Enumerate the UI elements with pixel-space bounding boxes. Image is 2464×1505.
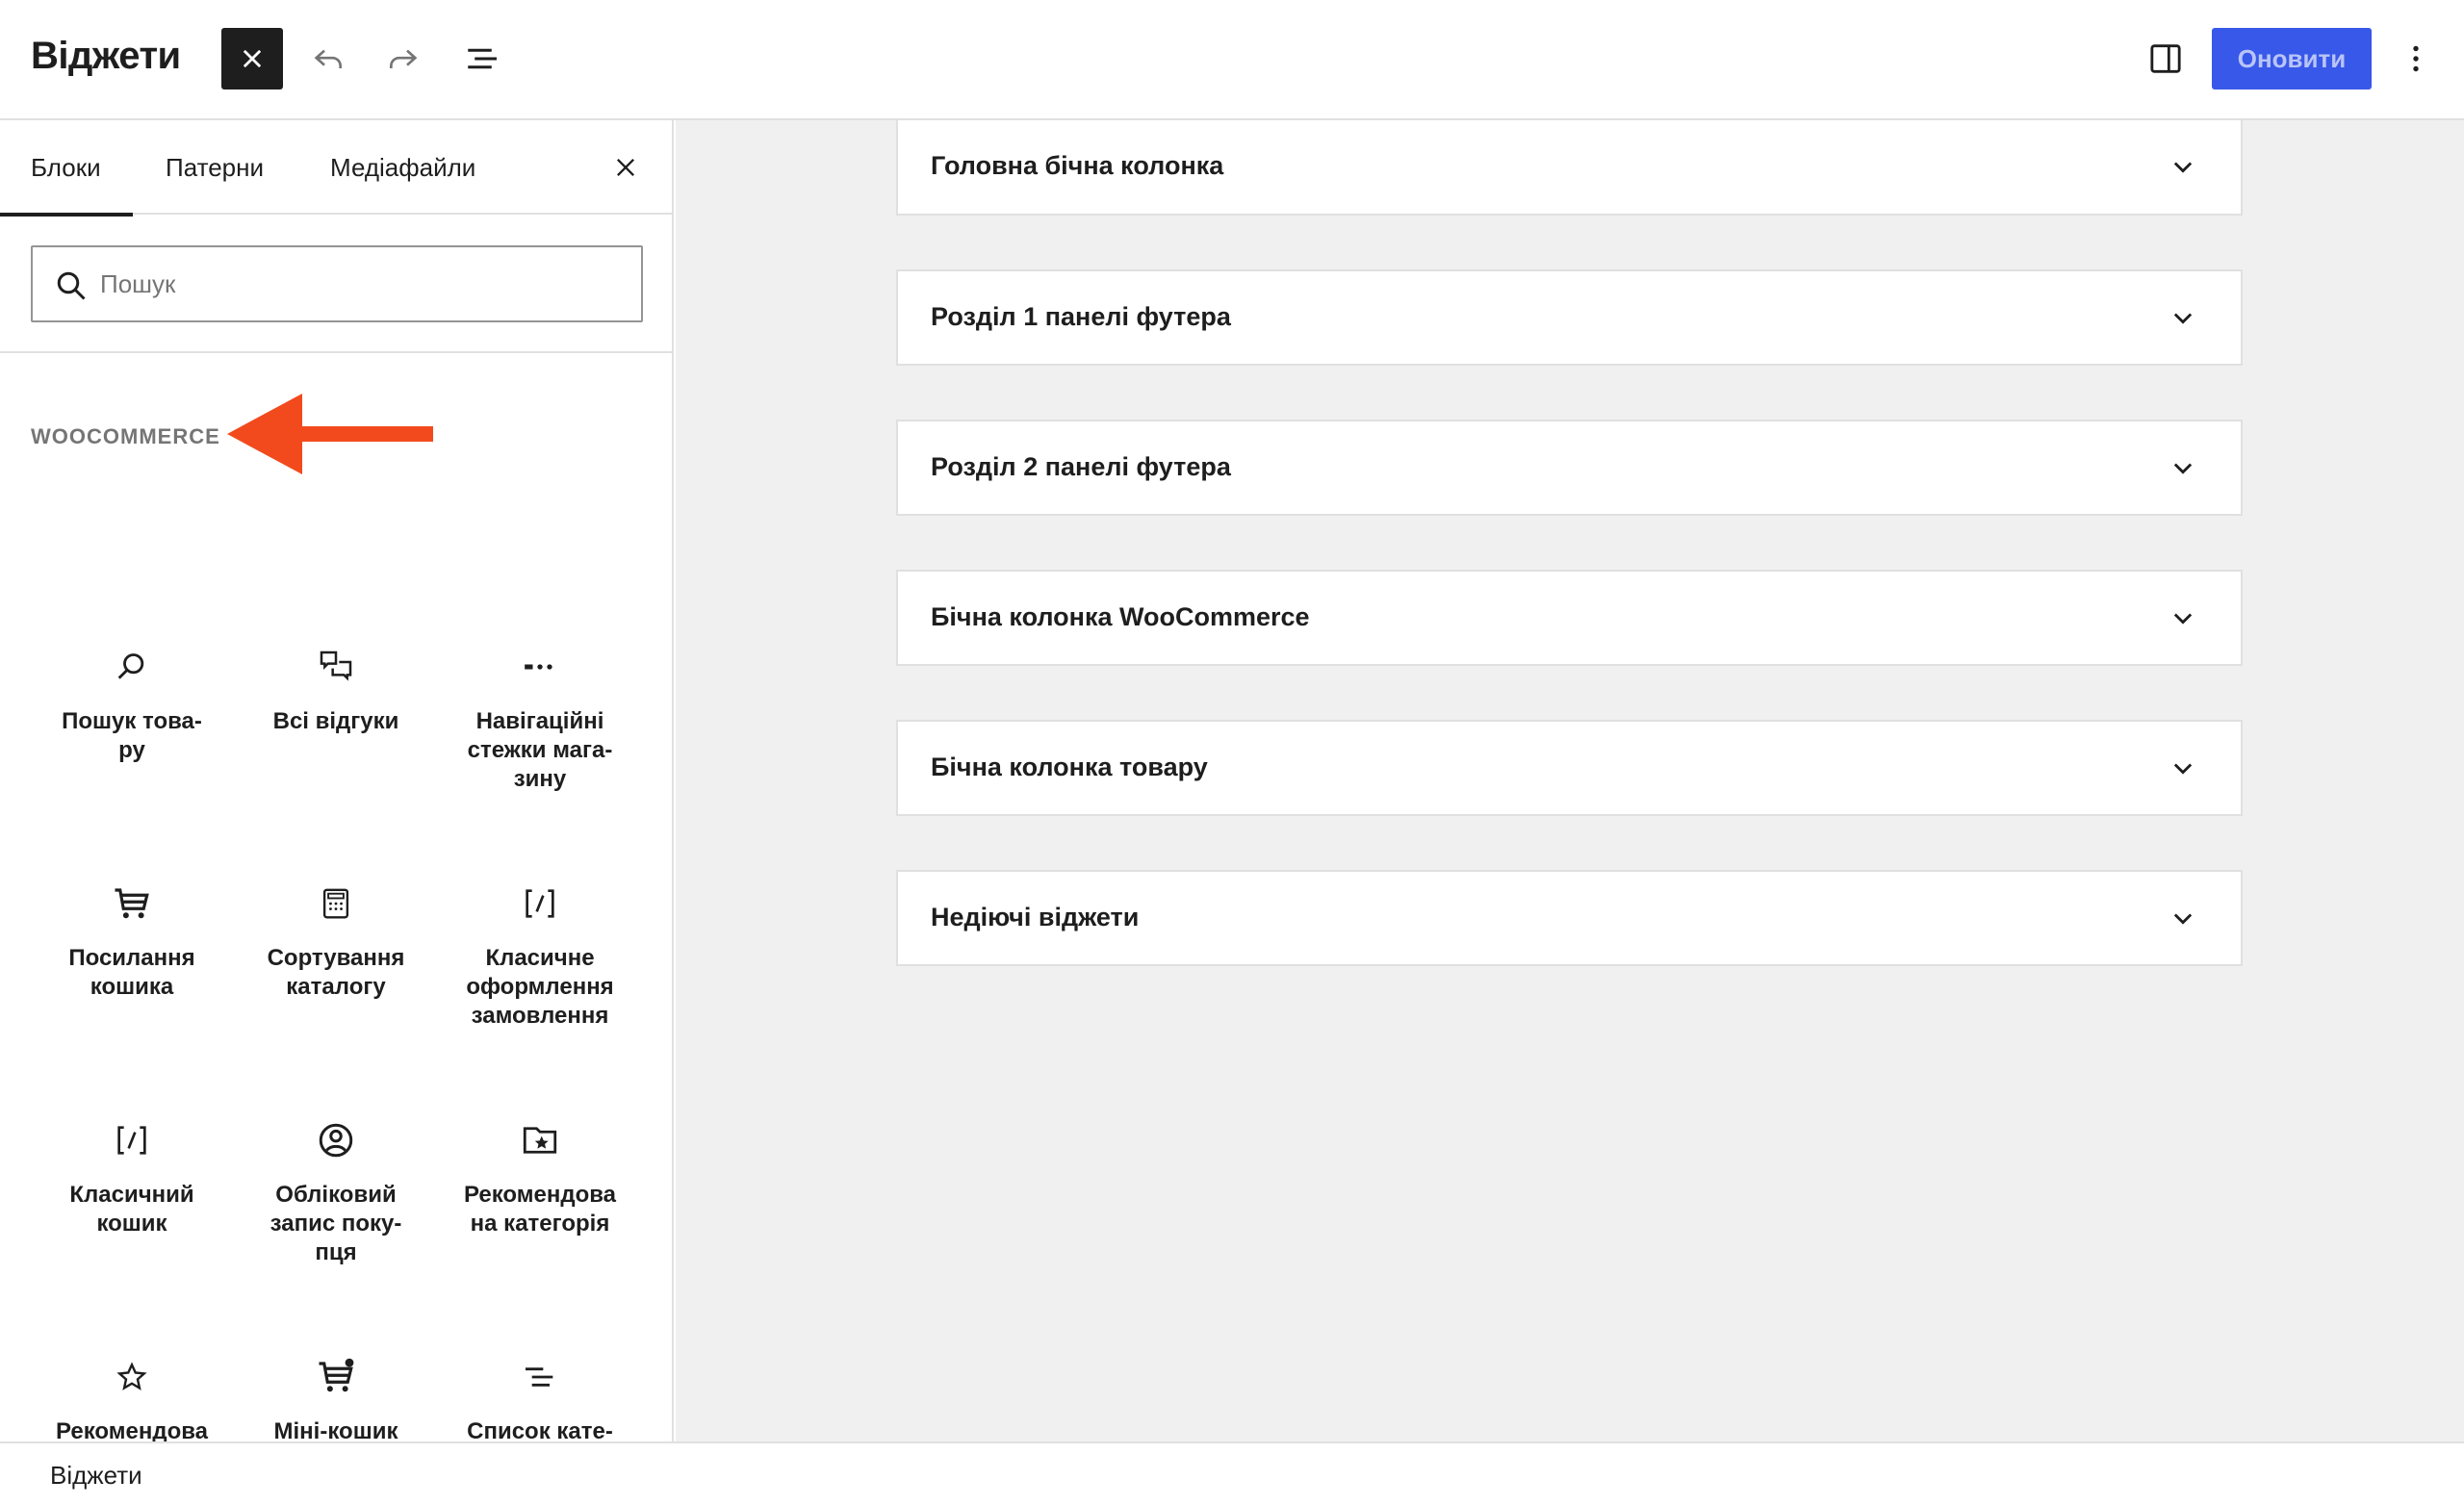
- search-icon: [109, 644, 155, 690]
- block-catalog-sorting[interactable]: Сортування каталогу: [234, 880, 438, 1002]
- list-view-icon: [468, 48, 497, 69]
- widget-area-inactive-widgets[interactable]: Недіючі віджети: [896, 870, 2243, 966]
- chevron-down-icon[interactable]: [2164, 749, 2202, 787]
- block-label: Рекомендова на категорія: [463, 1182, 617, 1237]
- widget-area-woocommerce-sidebar[interactable]: Бічна колонка WooCommerce: [896, 570, 2243, 666]
- widget-area-footer-1[interactable]: Розділ 1 панелі футера: [896, 269, 2243, 366]
- block-label: Класичне оформлення замовлення: [466, 945, 614, 1029]
- block-product-search[interactable]: Пошук това- ру: [30, 644, 234, 765]
- close-inserter-button[interactable]: [221, 28, 283, 89]
- chevron-down-icon[interactable]: [2164, 899, 2202, 937]
- widget-area-title: Розділ 1 панелі футера: [931, 302, 1231, 331]
- shortcode-icon: [517, 880, 563, 927]
- block-label: Класичний кошик: [69, 1182, 194, 1237]
- editor-footer: Віджети: [0, 1441, 2464, 1505]
- more-vertical-icon: [2413, 45, 2419, 72]
- tab-media[interactable]: Медіафайли: [330, 120, 475, 215]
- breadcrumb[interactable]: Віджети: [50, 1461, 142, 1491]
- category-heading: WOOCOMMERCE: [31, 424, 220, 448]
- options-button[interactable]: [2393, 36, 2439, 82]
- update-button[interactable]: Оновити: [2212, 28, 2372, 89]
- close-inserter-tab-button[interactable]: [603, 144, 649, 191]
- search-area: [0, 215, 674, 353]
- block-classic-checkout[interactable]: Класичне оформлення замовлення: [438, 880, 642, 1031]
- close-icon: [617, 159, 634, 176]
- list-icon: [517, 1354, 563, 1400]
- inserter-tabs: Блоки Патерни Медіафайли: [0, 120, 674, 217]
- cart-icon: [109, 880, 155, 927]
- more-horizontal-icon: [517, 644, 563, 690]
- undo-icon: [314, 49, 342, 68]
- block-classic-cart[interactable]: Класичний кошик: [30, 1117, 234, 1238]
- block-customer-account[interactable]: Обліковий запис поку- пця: [234, 1117, 438, 1267]
- widgets-canvas: Головна бічна колонка Розділ 1 панелі фу…: [676, 118, 2464, 1441]
- tab-blocks[interactable]: Блоки: [0, 120, 133, 217]
- block-featured-category[interactable]: Рекомендова на категорія: [438, 1117, 642, 1238]
- account-icon: [313, 1117, 359, 1163]
- close-icon: [243, 49, 262, 68]
- settings-toggle-button[interactable]: [2143, 36, 2189, 82]
- star-icon: [109, 1354, 155, 1400]
- block-label: Сортування каталогу: [267, 945, 405, 1000]
- chevron-down-icon[interactable]: [2164, 298, 2202, 337]
- redo-icon: [390, 49, 418, 68]
- block-mini-cart[interactable]: Міні-кошик: [234, 1354, 438, 1446]
- widget-area-product-sidebar[interactable]: Бічна колонка товару: [896, 720, 2243, 816]
- page-title: Віджети: [31, 35, 181, 77]
- block-label: Всі відгуки: [272, 708, 399, 734]
- editor-header: Віджети Оновити: [0, 0, 2464, 120]
- folder-star-icon: [517, 1117, 563, 1163]
- annotation-arrow-icon: [227, 394, 433, 474]
- search-icon: [57, 271, 86, 300]
- block-label: Навігаційні стежки мага- зину: [467, 708, 613, 792]
- block-label: Обліковий запис поку- пця: [270, 1182, 402, 1265]
- calculator-icon: [313, 880, 359, 927]
- widget-area-title: Бічна колонка товару: [931, 752, 1208, 781]
- mini-cart-icon: [313, 1354, 359, 1400]
- search-input[interactable]: [100, 247, 629, 320]
- search-box[interactable]: [31, 245, 643, 322]
- redo-button[interactable]: [379, 36, 425, 82]
- chevron-down-icon[interactable]: [2164, 147, 2202, 186]
- widget-area-title: Розділ 2 панелі футера: [931, 452, 1231, 481]
- widget-area-footer-2[interactable]: Розділ 2 панелі футера: [896, 420, 2243, 516]
- block-label: Пошук това- ру: [62, 708, 202, 763]
- chevron-down-icon[interactable]: [2164, 448, 2202, 487]
- widget-area-title: Головна бічна колонка: [931, 151, 1224, 180]
- widget-area-main-sidebar[interactable]: Головна бічна колонка: [896, 118, 2243, 216]
- undo-button[interactable]: [306, 36, 352, 82]
- block-cart-link[interactable]: Посилання кошика: [30, 880, 234, 1002]
- list-view-button[interactable]: [460, 36, 506, 82]
- tab-patterns[interactable]: Патерни: [166, 120, 264, 215]
- widget-area-title: Бічна колонка WooCommerce: [931, 602, 1310, 631]
- sidebar-toggle-icon: [2150, 44, 2181, 73]
- shortcode-icon: [109, 1117, 155, 1163]
- block-label: Посилання кошика: [68, 945, 195, 1000]
- comments-icon: [313, 644, 359, 690]
- block-store-breadcrumbs[interactable]: Навігаційні стежки мага- зину: [438, 644, 642, 794]
- widget-area-title: Недіючі віджети: [931, 903, 1140, 931]
- chevron-down-icon[interactable]: [2164, 599, 2202, 637]
- block-inserter-panel: Блоки Патерни Медіафайли WOOCOMMERCE Пош…: [0, 120, 674, 1473]
- block-all-reviews[interactable]: Всі відгуки: [234, 644, 438, 736]
